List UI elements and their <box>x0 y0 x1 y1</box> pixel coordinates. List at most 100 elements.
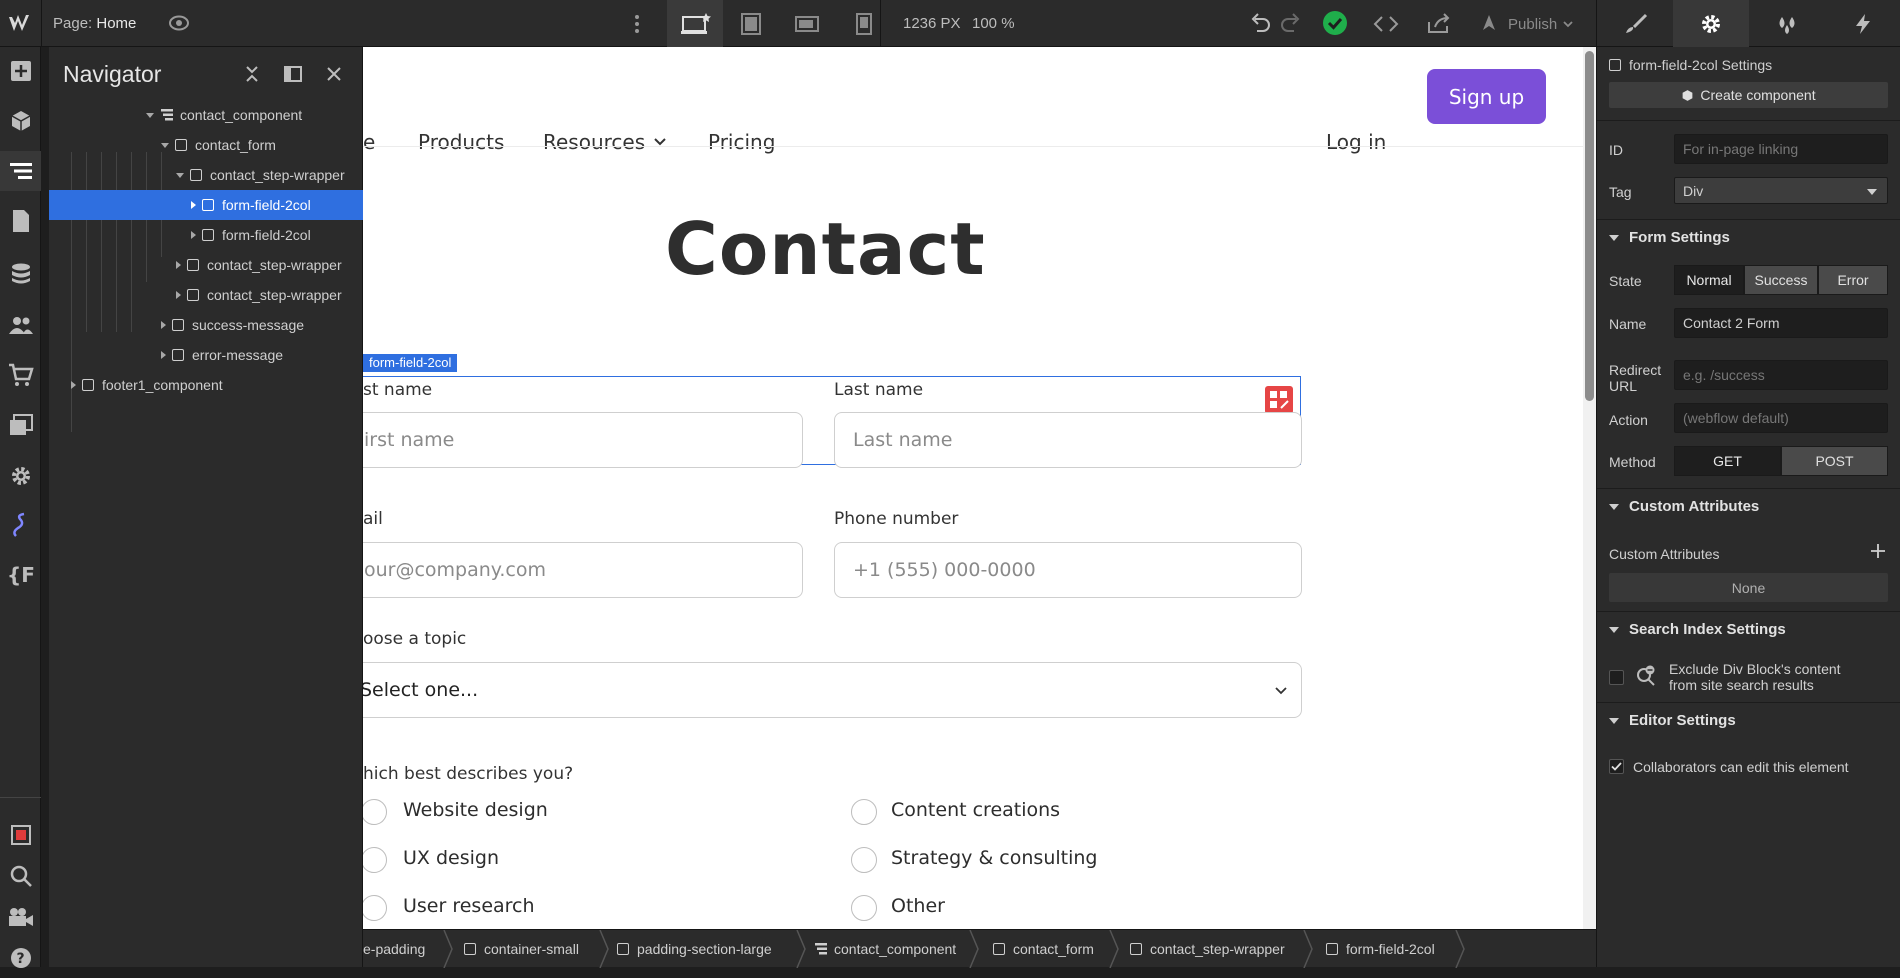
form-settings-section[interactable]: Form Settings <box>1597 219 1900 255</box>
tree-item-footer1-component[interactable]: footer1_component <box>49 370 363 400</box>
breadcrumb-item-current[interactable]: form-field-2col <box>1326 930 1435 968</box>
method-post-button[interactable]: POST <box>1781 446 1888 476</box>
tree-item-contact-step-wrapper[interactable]: contact_step-wrapper <box>49 280 363 310</box>
interactions-button[interactable] <box>0 505 41 545</box>
login-link[interactable]: Log in <box>1326 130 1386 154</box>
canvas-width[interactable]: 1236 PX <box>903 15 961 32</box>
design-canvas[interactable]: e Products Resources Pricing Log in Sign… <box>363 47 1596 929</box>
component-edit-badge-icon[interactable] <box>1265 386 1293 414</box>
selected-element-tag[interactable]: form-field-2col <box>363 354 458 372</box>
form-name-input[interactable]: Contact 2 Form <box>1674 308 1888 338</box>
assets-button[interactable] <box>0 405 41 445</box>
page-selector[interactable]: Page: Home <box>53 15 136 32</box>
preview-eye-icon[interactable] <box>168 14 190 37</box>
code-export-icon[interactable] <box>1373 14 1399 39</box>
radio-other[interactable] <box>851 895 877 921</box>
breakpoint-desktop-button[interactable] <box>667 0 723 47</box>
collaborators-checkbox[interactable] <box>1609 759 1624 774</box>
navigator-button[interactable] <box>0 151 41 191</box>
breakpoint-portrait-button[interactable] <box>855 12 873 41</box>
radio-ux-design[interactable] <box>363 847 387 873</box>
components-button[interactable] <box>0 101 41 141</box>
settings-panel-tab[interactable] <box>1673 0 1749 47</box>
first-name-input[interactable]: irst name <box>363 412 803 468</box>
nav-link-home[interactable]: e <box>363 130 375 154</box>
variables-button[interactable]: {F <box>0 554 41 594</box>
radio-user-research[interactable] <box>363 895 387 921</box>
breadcrumb-item[interactable]: e-padding <box>363 930 425 968</box>
tag-select[interactable]: Div <box>1674 177 1888 204</box>
email-input[interactable]: our@company.com <box>363 542 803 598</box>
breadcrumb-item[interactable]: contact_form <box>993 930 1094 968</box>
redirect-url-input[interactable]: e.g. /success <box>1674 360 1888 390</box>
zoom-level[interactable]: 100 % <box>972 15 1015 32</box>
div-box-icon <box>202 229 214 241</box>
editor-settings-section[interactable]: Editor Settings <box>1597 702 1900 738</box>
help-button[interactable]: ? <box>0 938 41 978</box>
style-panel-tab[interactable] <box>1597 0 1673 47</box>
undo-icon[interactable] <box>1249 13 1271 38</box>
pages-button[interactable] <box>0 201 41 241</box>
tree-item-error-message[interactable]: error-message <box>49 340 363 370</box>
tree-item-contact-step-wrapper[interactable]: contact_step-wrapper <box>49 250 363 280</box>
breadcrumb-label: contact_component <box>834 941 957 957</box>
breadcrumb-item[interactable]: contact_component <box>814 930 956 968</box>
radio-content-creations[interactable] <box>851 799 877 825</box>
tree-item-contact-form[interactable]: contact_form <box>49 130 363 160</box>
state-error-button[interactable]: Error <box>1818 265 1888 295</box>
state-success-button[interactable]: Success <box>1744 265 1818 295</box>
breadcrumb-separator-icon <box>599 930 609 968</box>
interactions-tab[interactable] <box>1825 0 1900 47</box>
signup-button[interactable]: Sign up <box>1427 69 1546 124</box>
add-elements-button[interactable] <box>0 51 41 91</box>
breadcrumb-item[interactable]: container-small <box>464 930 579 968</box>
share-icon[interactable] <box>1426 13 1452 40</box>
tree-item-form-field-2col[interactable]: form-field-2col <box>49 220 363 250</box>
dock-panel-icon[interactable] <box>284 66 302 87</box>
collapse-all-icon[interactable] <box>244 65 260 88</box>
redo-icon[interactable] <box>1280 13 1302 38</box>
webflow-logo[interactable] <box>7 12 35 36</box>
action-input[interactable]: (webflow default) <box>1674 403 1888 433</box>
create-component-button[interactable]: Create component <box>1609 82 1888 108</box>
add-icon <box>10 61 31 81</box>
phone-input[interactable]: +1 (555) 000-0000 <box>834 542 1302 598</box>
exclude-label-line: Exclude Div Block's content <box>1669 661 1841 677</box>
search-button[interactable] <box>0 856 41 896</box>
radio-strategy-consulting[interactable] <box>851 847 877 873</box>
add-attribute-icon[interactable] <box>1871 544 1885 563</box>
record-button[interactable] <box>0 815 41 855</box>
exclude-search-checkbox[interactable] <box>1609 670 1624 685</box>
last-name-input[interactable]: Last name <box>834 412 1302 468</box>
status-check-icon[interactable] <box>1323 11 1347 35</box>
nav-link-pricing[interactable]: Pricing <box>708 130 775 154</box>
nav-link-resources[interactable]: Resources <box>543 130 667 154</box>
scrollbar-thumb[interactable] <box>1585 51 1594 401</box>
breadcrumb-item[interactable]: padding-section-large <box>617 930 772 968</box>
video-tutorials-button[interactable] <box>0 897 41 937</box>
search-index-section[interactable]: Search Index Settings <box>1597 611 1900 647</box>
close-icon[interactable] <box>326 66 342 87</box>
canvas-scrollbar[interactable] <box>1583 47 1596 929</box>
more-vertical-icon[interactable] <box>634 13 640 35</box>
tree-item-contact-component[interactable]: contact_component <box>49 100 363 130</box>
custom-attributes-section[interactable]: Custom Attributes <box>1597 488 1900 524</box>
breadcrumb-item[interactable]: contact_step-wrapper <box>1130 930 1285 968</box>
breakpoint-tablet-button[interactable] <box>740 12 762 41</box>
radio-website-design[interactable] <box>363 799 387 825</box>
ecommerce-button[interactable] <box>0 355 41 395</box>
method-get-button[interactable]: GET <box>1674 446 1781 476</box>
id-input[interactable]: For in-page linking <box>1674 134 1888 164</box>
topic-select[interactable]: Select one... <box>363 662 1302 718</box>
style-manager-tab[interactable] <box>1749 0 1825 47</box>
breakpoint-landscape-button[interactable] <box>794 14 820 39</box>
tree-item-form-field-2col-selected[interactable]: form-field-2col <box>49 190 363 220</box>
cms-button[interactable] <box>0 254 41 294</box>
tree-item-success-message[interactable]: success-message <box>49 310 363 340</box>
settings-button[interactable] <box>0 456 41 496</box>
users-button[interactable] <box>0 305 41 345</box>
nav-link-products[interactable]: Products <box>418 130 504 154</box>
publish-button[interactable]: Publish <box>1478 10 1586 38</box>
state-normal-button[interactable]: Normal <box>1674 265 1744 295</box>
tree-item-contact-step-wrapper[interactable]: contact_step-wrapper <box>49 160 363 190</box>
